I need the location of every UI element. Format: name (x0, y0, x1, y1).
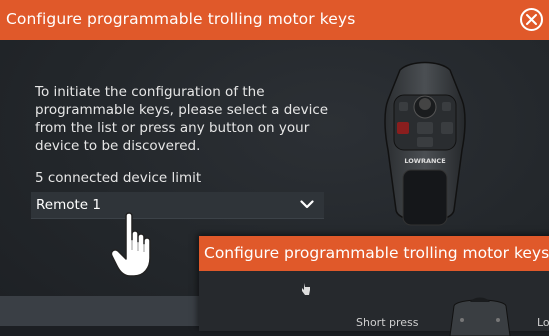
device-select[interactable]: Remote 1 (31, 192, 324, 219)
remote-brand-label: LOWRANCE (404, 157, 445, 165)
device-limit-label: 5 connected device limit (35, 170, 202, 186)
remote-control-image: LOWRANCE (384, 61, 466, 226)
remote-control-small-image (449, 297, 511, 336)
overlay-title: Configure programmable trolling motor ke… (204, 244, 549, 262)
close-button[interactable] (520, 8, 543, 31)
cut-label: Lo (537, 316, 549, 329)
bottom-strip (0, 296, 200, 326)
dialog-titlebar: Configure programmable trolling motor ke… (0, 0, 549, 40)
hand-pointer-icon (110, 212, 151, 277)
short-press-label: Short press (356, 316, 419, 329)
close-icon (526, 14, 537, 25)
instructions-text: To initiate the configuration of the pro… (35, 84, 329, 154)
chevron-down-icon (300, 200, 314, 209)
dialog-title: Configure programmable trolling motor ke… (6, 10, 356, 28)
device-select-value: Remote 1 (36, 197, 101, 213)
small-hand-icon (302, 283, 310, 295)
overlay-titlebar: Configure programmable trolling motor ke… (199, 236, 549, 271)
